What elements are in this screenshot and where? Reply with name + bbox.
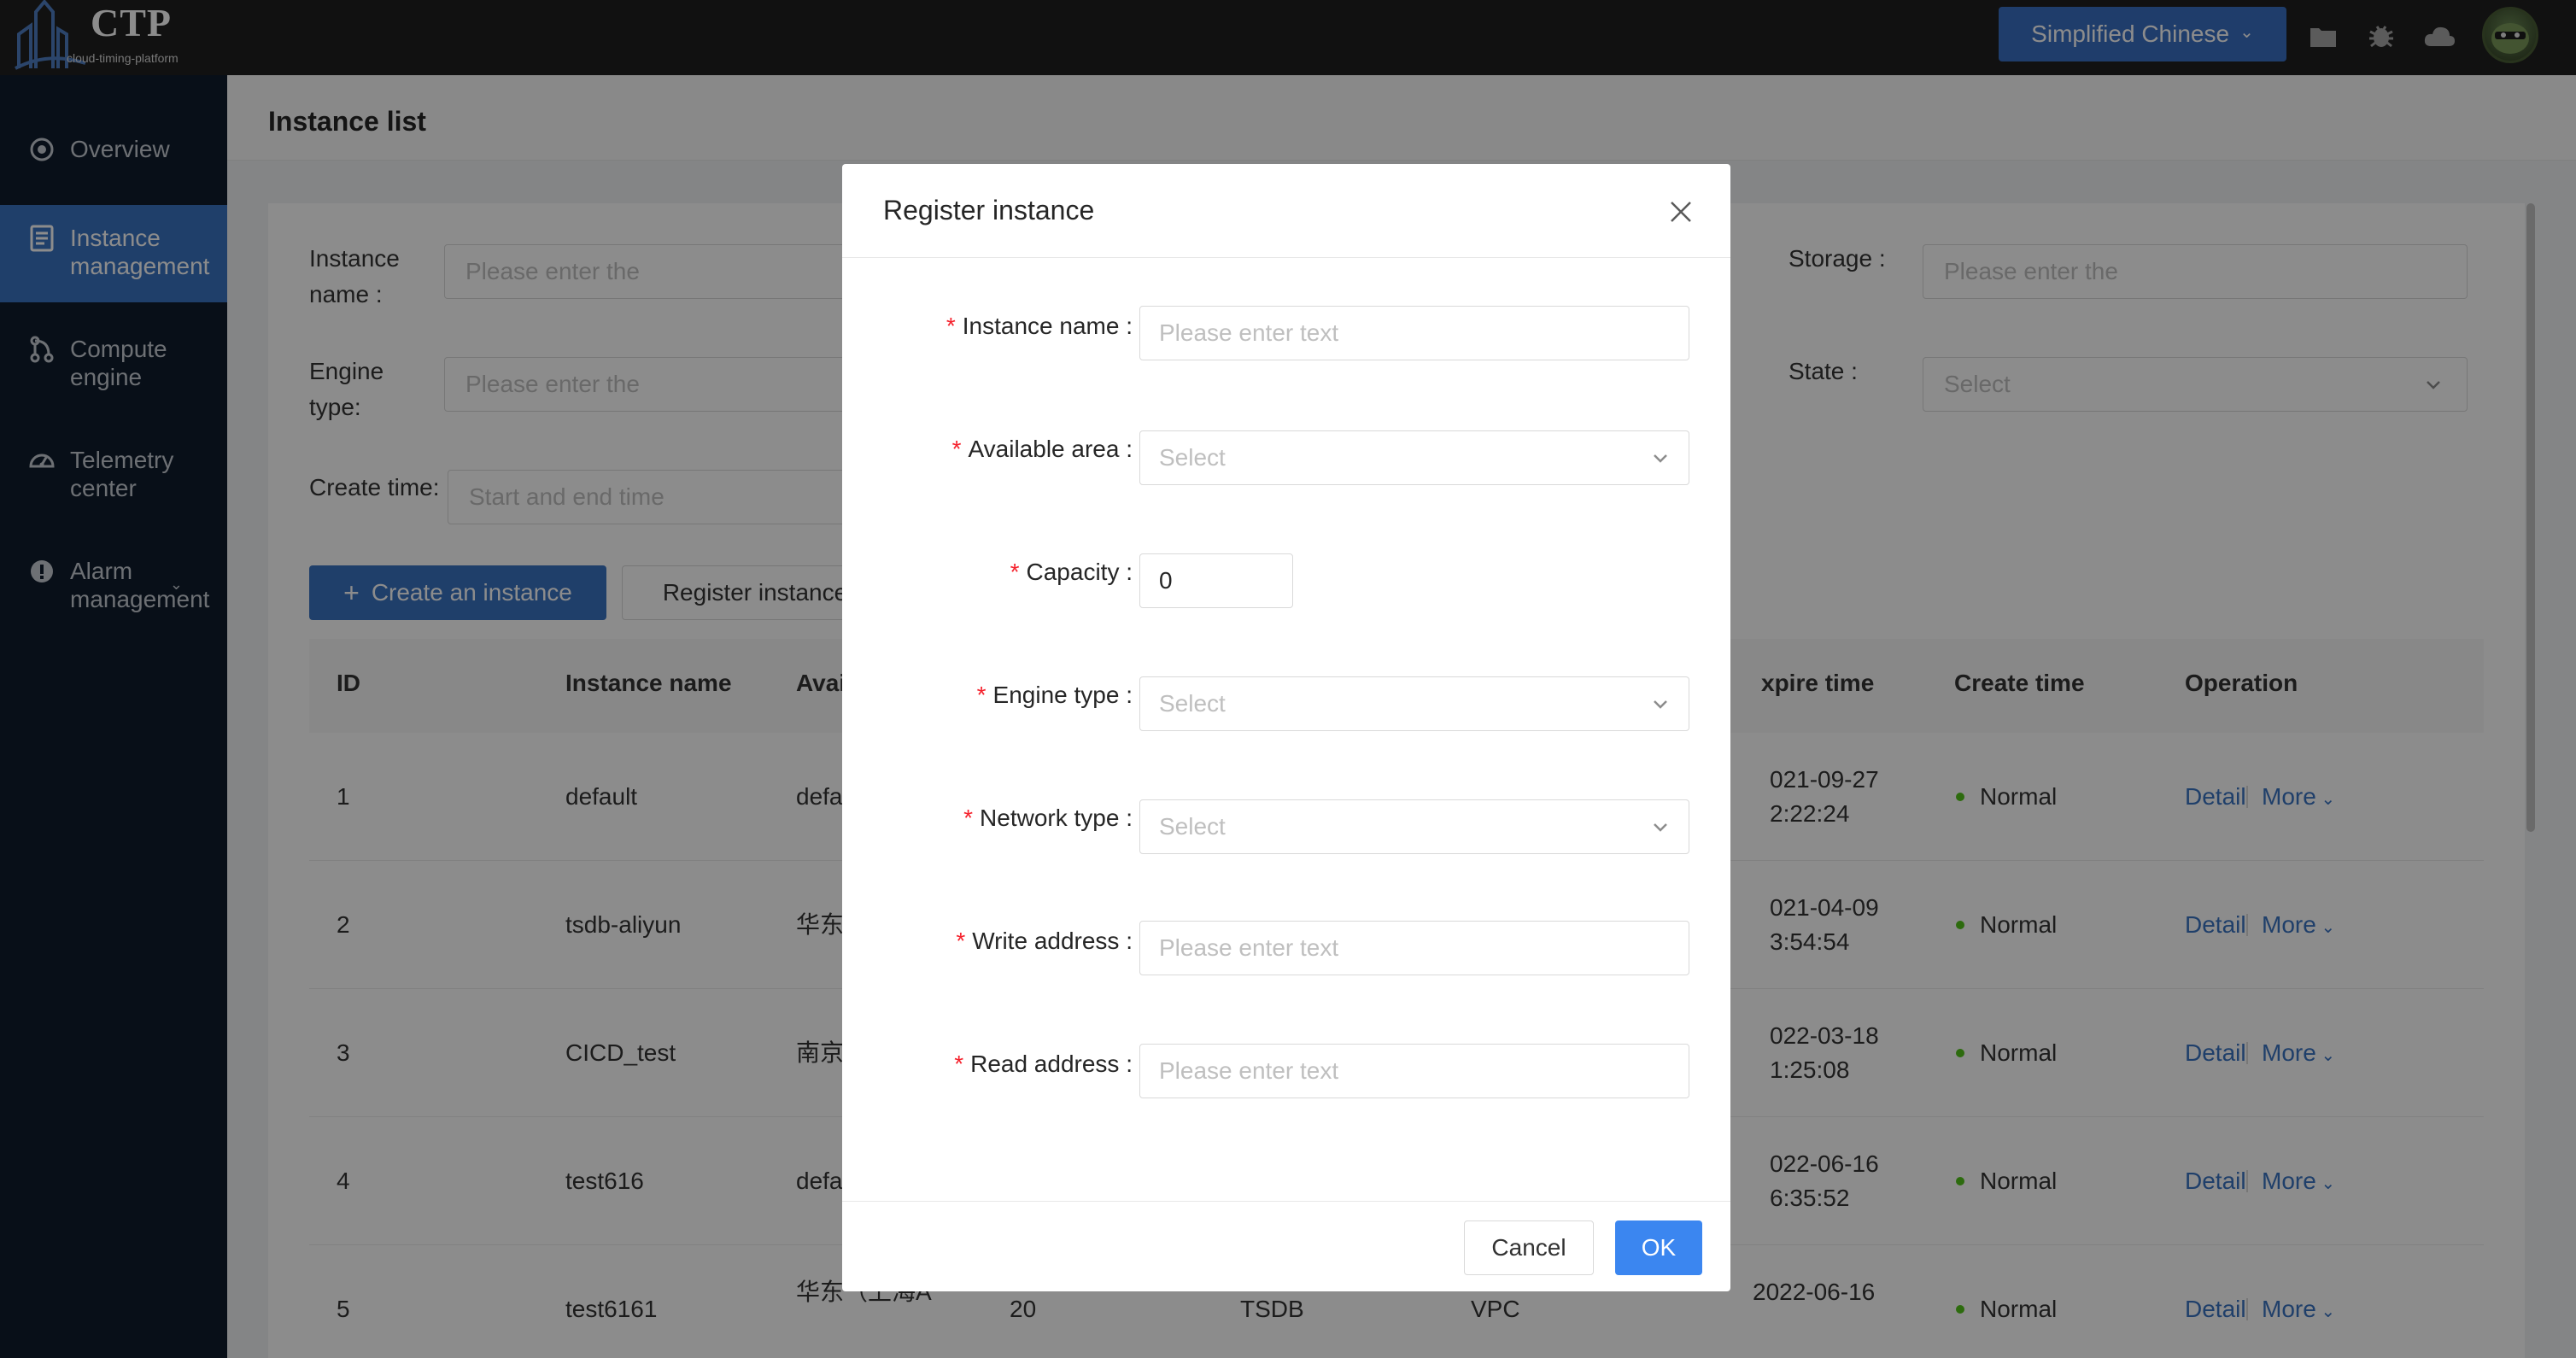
required-mark: * [1010, 559, 1020, 585]
form-label-write-address: * Write address : [956, 928, 1133, 954]
ok-button[interactable]: OK [1615, 1220, 1702, 1275]
network-type-select[interactable]: Select [1139, 799, 1689, 854]
placeholder: Please enter text [1159, 934, 1339, 961]
placeholder: Please enter text [1159, 1057, 1339, 1084]
placeholder: Select [1159, 444, 1226, 471]
register-instance-modal: Register instance * Instance name : Pleas… [842, 164, 1730, 1291]
available-area-select[interactable]: Select [1139, 430, 1689, 485]
form-label-network-type: * Network type : [963, 805, 1133, 831]
required-mark: * [946, 313, 956, 339]
label-text: Instance name [962, 313, 1120, 339]
required-mark: * [956, 928, 966, 954]
ok-label: OK [1641, 1234, 1677, 1261]
chevron-down-icon [1654, 454, 1667, 463]
placeholder: Select [1159, 813, 1226, 840]
label-text: Engine type [992, 682, 1120, 708]
close-icon[interactable] [1666, 196, 1696, 227]
placeholder: Select [1159, 690, 1226, 717]
form-label-capacity: * Capacity : [1010, 559, 1133, 585]
cancel-button[interactable]: Cancel [1464, 1220, 1594, 1275]
form-label-engine-type: * Engine type : [976, 682, 1133, 708]
required-mark: * [951, 436, 962, 462]
form-label-available-area: * Available area : [951, 436, 1133, 462]
capacity-value: 0 [1159, 567, 1173, 594]
instance-name-input[interactable]: Please enter text [1139, 306, 1689, 360]
capacity-number-input[interactable]: 0 [1139, 553, 1293, 608]
label-text: Read address [970, 1051, 1120, 1077]
form-label-instance-name: * Instance name : [946, 313, 1133, 339]
label-text: Available area [968, 436, 1120, 462]
cancel-label: Cancel [1491, 1234, 1566, 1261]
read-address-input[interactable]: Please enter text [1139, 1044, 1689, 1098]
write-address-input[interactable]: Please enter text [1139, 921, 1689, 975]
modal-header: Register instance [842, 164, 1730, 258]
label-text: Network type [980, 805, 1120, 831]
label-text: Capacity [1026, 559, 1120, 585]
chevron-down-icon [1654, 700, 1667, 709]
label-text: Write address [972, 928, 1120, 954]
form-label-read-address: * Read address : [954, 1051, 1133, 1077]
modal-footer: Cancel OK [842, 1201, 1730, 1291]
placeholder: Please enter text [1159, 319, 1339, 346]
chevron-down-icon [1654, 823, 1667, 832]
engine-type-select[interactable]: Select [1139, 676, 1689, 731]
required-mark: * [976, 682, 986, 708]
required-mark: * [954, 1051, 964, 1077]
required-mark: * [963, 805, 974, 831]
modal-title: Register instance [883, 195, 1095, 225]
